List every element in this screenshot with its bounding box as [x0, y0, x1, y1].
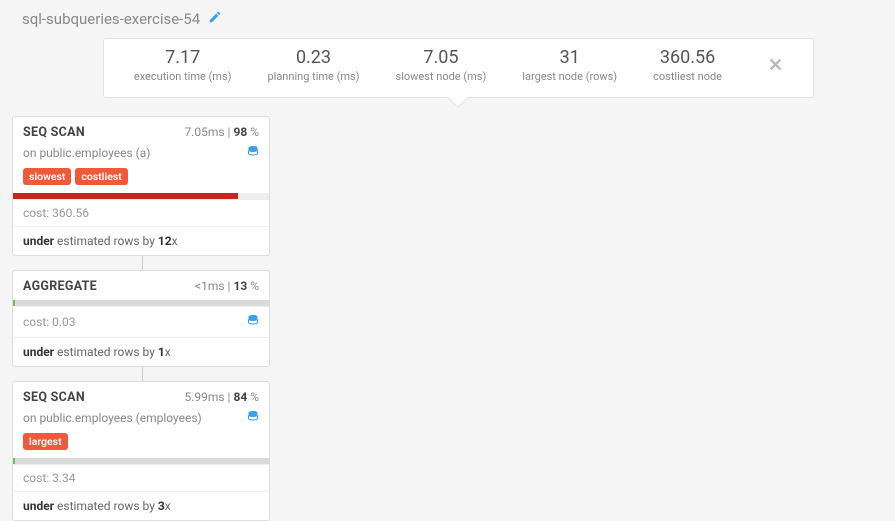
node-title: AGGREGATE — [23, 279, 97, 294]
progress-bar — [13, 300, 269, 306]
stat-planning[interactable]: 0.23 planning time (ms) — [267, 47, 359, 83]
progress-bar — [13, 193, 269, 199]
node-relation: on public.employees (a) — [23, 146, 150, 160]
stat-value: 0.23 — [267, 47, 359, 68]
node-title: SEQ SCAN — [23, 390, 85, 405]
stat-costliest[interactable]: 360.56 costliest node — [653, 47, 722, 83]
node-cost: cost: 360.56 — [23, 206, 89, 220]
stat-label: largest node (rows) — [522, 70, 617, 83]
stat-value: 7.05 — [396, 47, 487, 68]
node-cost: cost: 3.34 — [23, 471, 76, 485]
node-title: SEQ SCAN — [23, 125, 85, 140]
database-icon[interactable] — [247, 409, 259, 427]
node-metric: 7.05ms | 98 % — [184, 125, 259, 139]
tree-connector — [142, 367, 143, 381]
stat-label: slowest node (ms) — [396, 70, 487, 83]
stat-execution[interactable]: 7.17 execution time (ms) — [134, 47, 232, 83]
node-estimate: under estimated rows by 1x — [13, 337, 269, 366]
close-icon[interactable]: ✕ — [768, 55, 783, 76]
plan-node-seqscan[interactable]: SEQ SCAN 5.99ms | 84 % on public.employe… — [12, 381, 270, 521]
stat-label: execution time (ms) — [134, 70, 232, 83]
node-metric: 5.99ms | 84 % — [184, 390, 259, 404]
stats-bar: 7.17 execution time (ms) 0.23 planning t… — [103, 38, 814, 98]
node-estimate: under estimated rows by 12x — [13, 226, 269, 255]
plan-tree: SEQ SCAN 7.05ms | 98 % on public.employe… — [12, 116, 895, 521]
plan-node-aggregate[interactable]: AGGREGATE <1ms | 13 % cost: 0.03 under e… — [12, 270, 270, 367]
stat-largest[interactable]: 31 largest node (rows) — [522, 47, 617, 83]
node-metric: <1ms | 13 % — [195, 279, 259, 293]
stat-value: 360.56 — [653, 47, 722, 68]
edit-icon[interactable] — [208, 10, 222, 28]
database-icon[interactable] — [247, 313, 259, 331]
page-title: sql-subqueries-exercise-54 — [22, 10, 200, 28]
node-estimate: under estimated rows by 3x — [13, 491, 269, 520]
database-icon[interactable] — [247, 144, 259, 162]
stat-value: 31 — [522, 47, 617, 68]
tree-connector — [142, 256, 143, 270]
stat-label: costliest node — [653, 70, 722, 83]
progress-bar — [13, 458, 269, 464]
node-cost: cost: 0.03 — [23, 315, 76, 329]
stat-value: 7.17 — [134, 47, 232, 68]
stat-label: planning time (ms) — [267, 70, 359, 83]
node-relation: on public.employees (employees) — [23, 411, 202, 425]
tag-slowest: slowest — [23, 168, 71, 185]
tag-largest: largest — [23, 433, 68, 450]
plan-node-seqscan[interactable]: SEQ SCAN 7.05ms | 98 % on public.employe… — [12, 116, 270, 256]
tag-costliest: costliest — [75, 168, 127, 185]
stat-slowest[interactable]: 7.05 slowest node (ms) — [396, 47, 487, 83]
